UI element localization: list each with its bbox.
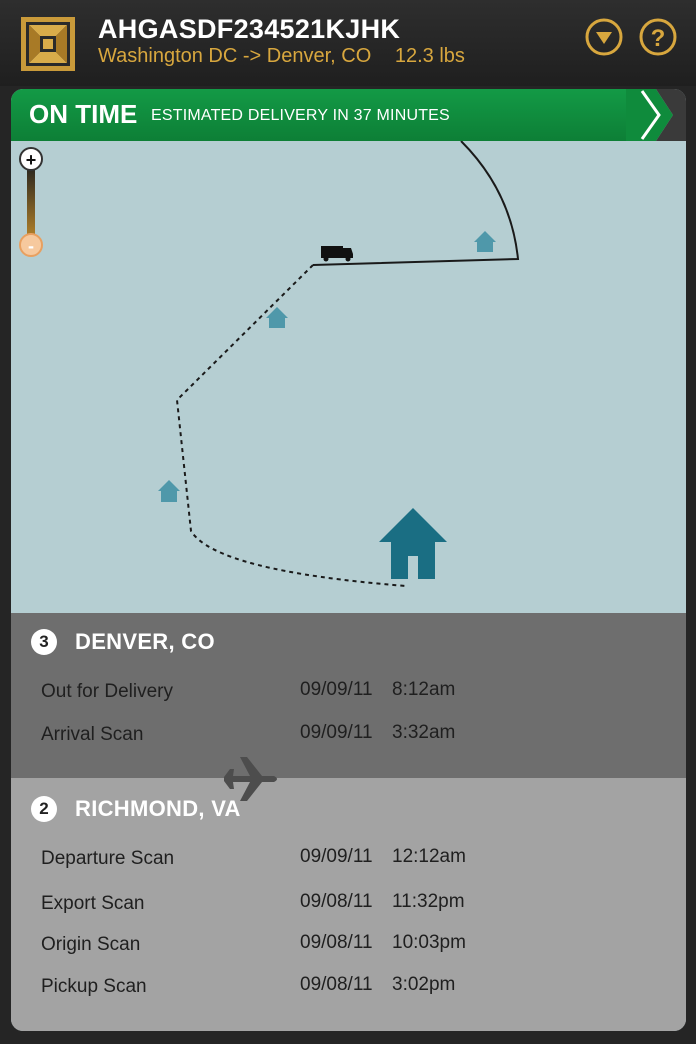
zoom-out-button[interactable]: - xyxy=(19,233,43,257)
route-line-planned xyxy=(175,264,407,587)
location-city: DENVER, CO xyxy=(75,629,215,654)
house-icon xyxy=(266,307,288,328)
route-summary: Washington DC -> Denver, CO 12.3 lbs xyxy=(98,45,465,68)
chevron-down-circle-icon xyxy=(585,18,623,56)
location-section: 2 RICHMOND, VA Departure Scan 09/09/11 1… xyxy=(11,778,686,1031)
event-label: Departure Scan xyxy=(41,848,175,869)
event-time: 8:12am xyxy=(392,679,456,700)
event-time: 10:03pm xyxy=(392,932,466,953)
svg-text:?: ? xyxy=(651,25,666,52)
event-label: Export Scan xyxy=(41,893,145,914)
question-circle-icon: ? xyxy=(639,18,677,56)
status-title: ON TIME xyxy=(29,99,138,129)
event-date: 09/09/11 xyxy=(300,846,373,867)
event-date: 09/08/11 xyxy=(300,932,373,953)
event-label: Out for Delivery xyxy=(41,681,173,702)
event-time: 3:02pm xyxy=(392,974,456,995)
logo-icon xyxy=(21,17,75,71)
zoom-in-button[interactable]: + xyxy=(19,147,43,171)
status-banner[interactable]: ON TIME ESTIMATED DELIVERY IN 37 MINUTES xyxy=(11,89,656,141)
tracking-number: AHGASDF234521KJHK xyxy=(98,14,401,44)
scan-event-row[interactable]: Export Scan 09/08/11 11:32pm xyxy=(41,891,661,917)
destination-house-icon xyxy=(379,508,447,579)
location-header: 3 DENVER, CO xyxy=(31,629,215,655)
event-date: 09/09/11 xyxy=(300,722,373,743)
event-label: Arrival Scan xyxy=(41,724,144,745)
help-button[interactable]: ? xyxy=(639,18,677,56)
event-date: 09/08/11 xyxy=(300,974,373,995)
house-icon xyxy=(474,231,496,252)
event-time: 12:12am xyxy=(392,846,466,867)
location-section: 3 DENVER, CO Out for Delivery 09/09/11 8… xyxy=(11,613,686,778)
house-icon xyxy=(158,480,180,502)
scan-event-row[interactable]: Out for Delivery 09/09/11 8:12am xyxy=(41,679,661,705)
location-number: 3 xyxy=(31,629,57,655)
truck-icon xyxy=(321,246,353,262)
package-weight: 12.3 lbs xyxy=(394,45,465,67)
zoom-control[interactable]: + - xyxy=(18,147,44,257)
chevron-right-icon xyxy=(626,89,686,141)
location-city: RICHMOND, VA xyxy=(75,796,241,821)
location-header: 2 RICHMOND, VA xyxy=(31,796,241,822)
event-date: 09/08/11 xyxy=(300,891,373,912)
plane-icon xyxy=(224,757,277,801)
event-label: Origin Scan xyxy=(41,934,141,955)
status-subtitle: ESTIMATED DELIVERY IN 37 MINUTES xyxy=(151,107,450,124)
event-time: 11:32pm xyxy=(392,891,465,912)
map-canvas xyxy=(158,141,520,587)
app-header: AHGASDF234521KJHK Washington DC -> Denve… xyxy=(0,0,696,86)
origin: Washington DC xyxy=(98,45,238,67)
route-arrow: -> xyxy=(242,45,262,67)
location-number: 2 xyxy=(31,796,57,822)
destination: Denver, CO xyxy=(266,45,372,67)
scan-event-row[interactable]: Arrival Scan 09/09/11 3:32am xyxy=(41,722,661,748)
menu-button[interactable] xyxy=(585,18,623,56)
event-time: 3:32am xyxy=(392,722,456,743)
event-date: 09/09/11 xyxy=(300,679,373,700)
scan-event-row[interactable]: Pickup Scan 09/08/11 3:02pm xyxy=(41,974,661,1000)
route-map[interactable]: + - xyxy=(11,141,686,613)
tracking-card: ON TIME ESTIMATED DELIVERY IN 37 MINUTES xyxy=(11,89,686,1031)
event-label: Pickup Scan xyxy=(41,976,147,997)
scan-event-row[interactable]: Departure Scan 09/09/11 12:12am xyxy=(41,846,661,872)
scan-event-row[interactable]: Origin Scan 09/08/11 10:03pm xyxy=(41,932,661,958)
